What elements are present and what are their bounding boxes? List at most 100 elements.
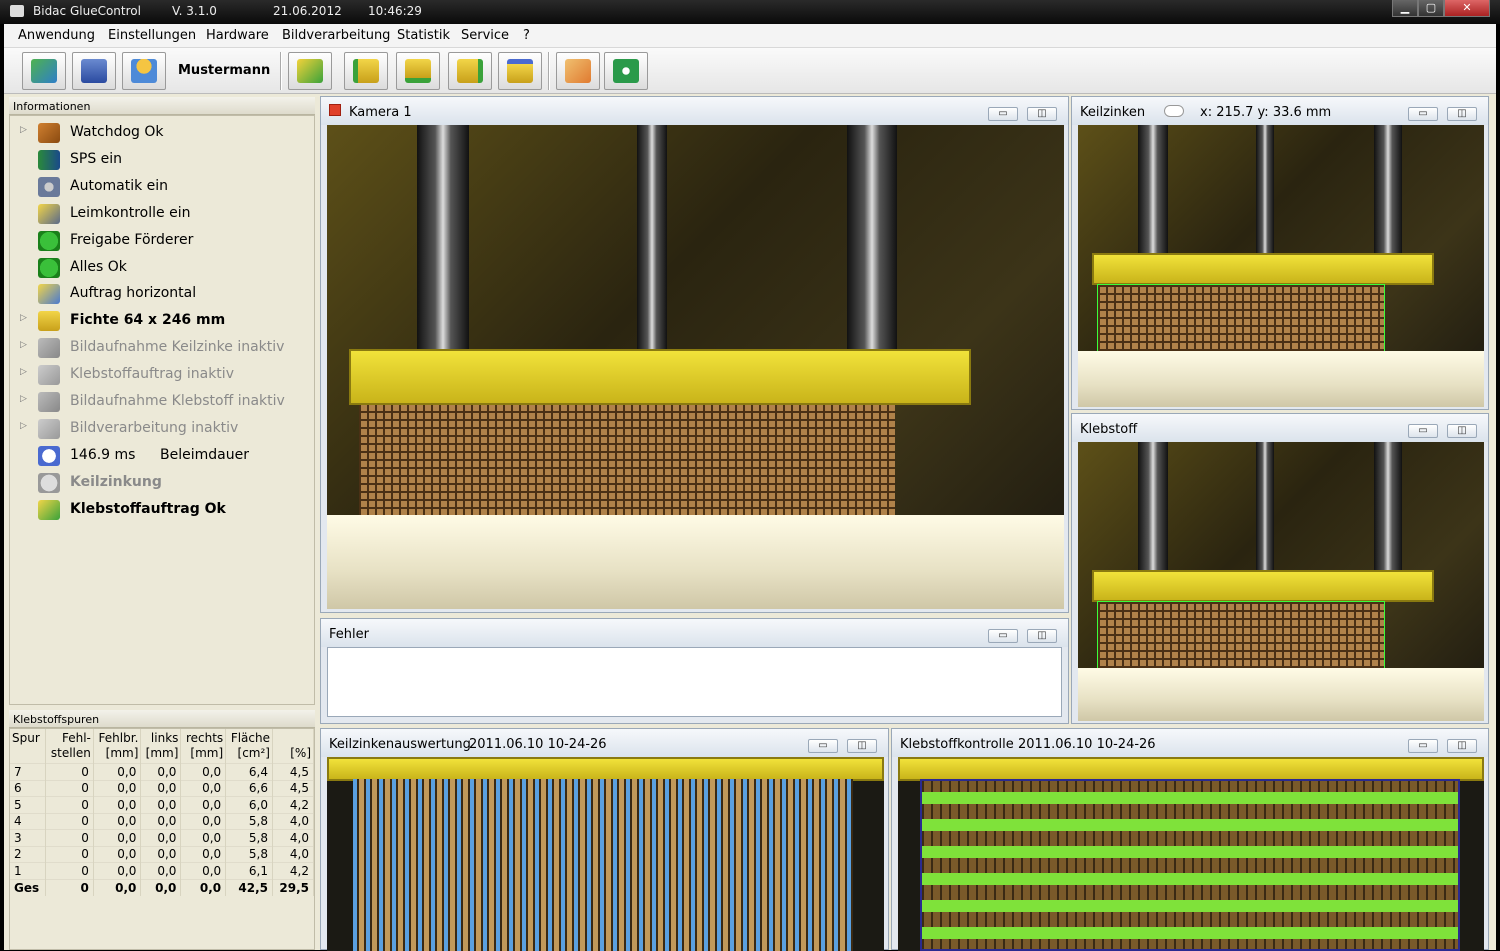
header-unit: stellen <box>50 746 91 760</box>
klebstoffspuren-header: Klebstoffspuren <box>9 710 315 728</box>
touch-button[interactable] <box>556 52 600 90</box>
info-item-label: Klebstoffauftrag Ok <box>70 500 226 517</box>
user-button[interactable] <box>122 52 166 90</box>
klebstoffkontrolle-restore-button[interactable]: ◫ <box>1447 739 1477 753</box>
scene-base <box>1078 351 1484 407</box>
info-item[interactable]: ▷ Bildaufnahme Keilzinke inaktiv <box>10 336 310 359</box>
table-cell: Ges <box>10 878 47 896</box>
table-header: Fläche [cm²] <box>225 729 273 764</box>
scene-beam <box>327 757 884 781</box>
glue-trace-overlay <box>920 779 1460 951</box>
table-cell: 5,8 <box>225 829 273 846</box>
keilzinkenauswertung-title: Keilzinkenauswertung <box>329 737 471 752</box>
keilzinken-restore-button[interactable]: ◫ <box>1447 107 1477 121</box>
fehler-message-area <box>327 647 1062 717</box>
info-item[interactable]: ▷ Bildaufnahme Klebstoff inaktiv <box>10 390 310 412</box>
fehler-minimize-button[interactable]: ▭ <box>988 629 1018 643</box>
table-cell: 0,0 <box>93 812 142 830</box>
table-cell: 0,0 <box>140 779 182 797</box>
table-cell: 4,2 <box>272 862 314 879</box>
keilzinken-header: Keilzinken x: 215.7 y: 33.6 mm ▭ ◫ <box>1072 97 1488 125</box>
maximize-button[interactable]: ▢ <box>1418 0 1444 17</box>
minimize-button[interactable]: ▁ <box>1392 0 1418 17</box>
toolbar-separator-2 <box>548 52 550 90</box>
header-unit: [mm] <box>145 746 179 760</box>
info-item[interactable]: ▷ Watchdog Ok <box>10 121 310 143</box>
table-row: 4 0 0,0 0,0 0,0 5,8 4,0 <box>10 812 314 830</box>
gray-x-icon <box>38 472 60 493</box>
scene-pillar <box>1138 125 1168 255</box>
load-button-1[interactable] <box>344 52 388 90</box>
mouse-icon <box>1164 105 1184 117</box>
keilzinkenauswertung-restore-button[interactable]: ◫ <box>847 739 877 753</box>
fehler-restore-button[interactable]: ◫ <box>1027 629 1057 643</box>
menu-service[interactable]: Service <box>461 28 509 43</box>
menu-statistik[interactable]: Statistik <box>397 28 450 43</box>
load-button-3[interactable] <box>448 52 492 90</box>
save-button[interactable] <box>72 52 116 90</box>
expand-arrow-icon[interactable]: ▷ <box>20 421 27 431</box>
info-item[interactable]: ▷ Bildverarbeitung inaktiv <box>10 417 310 439</box>
keilzinken-window: Keilzinken x: 215.7 y: 33.6 mm ▭ ◫ <box>1071 96 1489 410</box>
horizontal-icon <box>38 284 60 305</box>
table-cell: 5,8 <box>225 845 273 863</box>
klebstoff-image <box>1078 442 1484 721</box>
kamera1-restore-button[interactable]: ◫ <box>1027 107 1057 121</box>
menu-help[interactable]: ? <box>523 28 530 43</box>
keilzinken-coords: x: 215.7 y: 33.6 mm <box>1200 105 1332 120</box>
load-icon-1 <box>353 59 379 83</box>
table-cell: 5 <box>10 796 47 813</box>
edit-button[interactable] <box>288 52 332 90</box>
load-button-2[interactable] <box>396 52 440 90</box>
expand-arrow-icon[interactable]: ▷ <box>20 125 27 135</box>
finger-joint-overlay <box>353 779 853 951</box>
scene-workpiece <box>359 405 895 517</box>
scene-pillar <box>637 125 667 355</box>
expand-arrow-icon[interactable]: ▷ <box>20 367 27 377</box>
scene-workpiece <box>1097 601 1385 669</box>
table-cell: 0,0 <box>93 878 142 896</box>
menu-hardware[interactable]: Hardware <box>206 28 269 43</box>
exit-button[interactable] <box>22 52 66 90</box>
expand-arrow-icon[interactable]: ▷ <box>20 394 27 404</box>
table-header: [%] <box>272 729 314 764</box>
klebstoff-minimize-button[interactable]: ▭ <box>1408 424 1438 438</box>
header-unit: [mm] <box>190 746 224 760</box>
klebstoffkontrolle-window: Klebstoffkontrolle 2011.06.10 10-24-26 ▭… <box>891 728 1489 951</box>
klebstoff-restore-button[interactable]: ◫ <box>1447 424 1477 438</box>
scene-pillar <box>847 125 897 360</box>
gears-icon <box>38 176 60 197</box>
table-cell: 4 <box>10 812 47 830</box>
info-item[interactable]: ▷ Fichte 64 x 246 mm <box>10 309 310 332</box>
keilzinkenauswertung-image <box>327 757 884 951</box>
user-name: Mustermann <box>178 63 271 78</box>
header-line: links <box>150 731 179 745</box>
scene-beam <box>898 757 1484 781</box>
keilzinkenauswertung-minimize-button[interactable]: ▭ <box>808 739 838 753</box>
klebstoffkontrolle-minimize-button[interactable]: ▭ <box>1408 739 1438 753</box>
table-cell: 4,0 <box>272 845 314 863</box>
info-item-label: Klebstoffauftrag inaktiv <box>70 366 234 383</box>
table-cell: 0,0 <box>93 779 142 797</box>
table-cell: 6,1 <box>225 862 273 879</box>
close-button[interactable]: ✕ <box>1444 0 1490 17</box>
info-item-label: Freigabe Förderer <box>70 231 194 248</box>
info-item: Alles Ok <box>10 256 310 278</box>
header-unit: [%] <box>290 746 311 760</box>
keilzinken-minimize-button[interactable]: ▭ <box>1408 107 1438 121</box>
menu-bildverarbeitung[interactable]: Bildverarbeitung <box>282 28 390 43</box>
expand-arrow-icon[interactable]: ▷ <box>20 313 27 323</box>
table-cell: 0,0 <box>140 763 182 780</box>
menu-anwendung[interactable]: Anwendung <box>18 28 95 43</box>
klebstoff-title: Klebstoff <box>1080 422 1138 437</box>
info-item[interactable]: ▷ Klebstoffauftrag inaktiv <box>10 363 310 386</box>
save-button-2[interactable] <box>498 52 542 90</box>
table-cell: 4,5 <box>272 763 314 780</box>
kamera1-minimize-button[interactable]: ▭ <box>988 107 1018 121</box>
menu-einstellungen[interactable]: Einstellungen <box>108 28 196 43</box>
info-item-label: Automatik ein <box>70 177 169 194</box>
camera-settings-icon <box>613 59 639 83</box>
scene-pillar <box>1256 125 1274 255</box>
expand-arrow-icon[interactable]: ▷ <box>20 340 27 350</box>
camera-settings-button[interactable] <box>604 52 648 90</box>
